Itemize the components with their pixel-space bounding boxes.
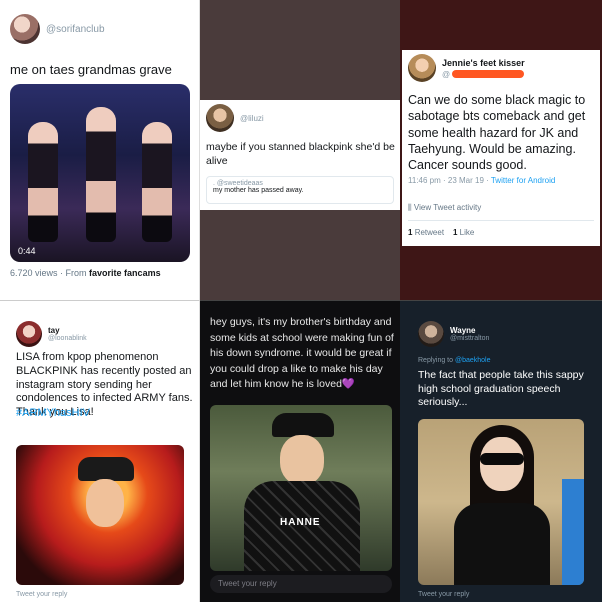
- tweet-meta: 11:46 pm · 23 Mar 19 · Twitter for Andro…: [408, 176, 555, 185]
- user-info: Wayne @misttralton: [450, 326, 489, 342]
- tweet-text: maybe if you stanned blackpink she'd be …: [206, 141, 395, 168]
- tweet-text: The fact that people take this sappy hig…: [418, 369, 584, 409]
- tweet-image[interactable]: [418, 419, 584, 585]
- retweet-count: 1: [408, 228, 413, 237]
- activity-label: View Tweet activity: [413, 203, 482, 212]
- tweet-panel-2: @liluzi maybe if you stanned blackpink s…: [200, 0, 400, 300]
- retweet-label[interactable]: Retweet: [415, 228, 444, 237]
- tweet-text: Can we do some black magic to sabotage b…: [408, 93, 586, 172]
- handle-prefix: @: [442, 69, 451, 79]
- avatar[interactable]: [16, 321, 42, 347]
- display-name[interactable]: Wayne: [450, 326, 489, 335]
- dancer-figure: [86, 107, 116, 242]
- reply-input[interactable]: Tweet your reply: [16, 591, 67, 598]
- dancer-figure: [28, 122, 58, 242]
- tweet-video[interactable]: 0:44: [10, 84, 190, 262]
- tweet-text: me on taes grandmas grave: [10, 62, 172, 77]
- sunglasses-shape: [480, 453, 524, 465]
- tweet-stats: 1 Retweet 1 Like: [408, 228, 474, 237]
- tweet-header: Jennie's feet kisser @: [408, 54, 525, 82]
- cap-shape: [272, 413, 334, 437]
- tweet-text: hey guys, it's my brother's birthday and…: [210, 316, 394, 391]
- hashtag-link[interactable]: #ARMYhasHIV: [16, 407, 90, 419]
- like-count: 1: [452, 228, 458, 237]
- display-name[interactable]: tay: [48, 326, 87, 335]
- tweet-panel-3: Jennie's feet kisser @ Can we do some bl…: [400, 0, 602, 300]
- background-panel: [562, 479, 584, 585]
- dancer-figure: [142, 122, 172, 242]
- activity-bars-icon: ⫼: [408, 203, 412, 212]
- display-name[interactable]: Jennie's feet kisser: [442, 58, 525, 68]
- view-count-text: 6.720 views · From: [10, 268, 87, 278]
- quoted-text: my mother has passed away.: [213, 187, 304, 194]
- face-shape: [280, 435, 324, 485]
- user-info: tay @loonablink: [48, 326, 87, 342]
- view-source-link[interactable]: favorite fancams: [89, 268, 161, 278]
- tweet-image[interactable]: [16, 445, 184, 585]
- redaction-bar: [452, 70, 525, 78]
- tweet-activity-link[interactable]: ⫼ View Tweet activity: [408, 203, 481, 213]
- screenshot-collage: @sorifanclub me on taes grandmas grave 0…: [0, 0, 602, 602]
- replying-to: Replying to @baekhole: [418, 357, 491, 364]
- avatar[interactable]: [206, 104, 234, 132]
- avatar[interactable]: [418, 321, 444, 347]
- tweet-image[interactable]: HANNE: [210, 405, 392, 571]
- replying-handle-link[interactable]: @baekhole: [455, 357, 491, 364]
- like-label[interactable]: Like: [460, 228, 475, 237]
- user-handle[interactable]: @misttralton: [450, 335, 489, 342]
- face-shape: [86, 479, 124, 527]
- tweet-panel-4: tay @loonablink LISA from kpop phenomeno…: [0, 300, 200, 602]
- tweet-panel-6: Wayne @misttralton Replying to @baekhole…: [400, 300, 602, 602]
- video-duration: 0:44: [18, 246, 36, 256]
- tweet-header: @liluzi: [206, 104, 264, 132]
- tweet-panel-1: @sorifanclub me on taes grandmas grave 0…: [0, 0, 200, 300]
- user-handle[interactable]: @sorifanclub: [46, 24, 105, 35]
- timestamp: 11:46 pm · 23 Mar 19 ·: [408, 176, 489, 185]
- hat-shape: [78, 457, 134, 481]
- tweet-header: Wayne @misttralton: [418, 321, 489, 347]
- client-link[interactable]: Twitter for Android: [491, 176, 555, 185]
- avatar[interactable]: [10, 14, 40, 44]
- body-shape: [454, 503, 550, 585]
- quoted-tweet[interactable]: . @sweetideaas my mother has passed away…: [206, 176, 394, 204]
- view-count: 6.720 views · From favorite fancams: [10, 268, 161, 278]
- replying-label: Replying to: [418, 357, 454, 364]
- tweet-header: tay @loonablink: [16, 321, 87, 347]
- reply-input[interactable]: Tweet your reply: [210, 575, 392, 593]
- avatar[interactable]: [408, 54, 436, 82]
- reply-input[interactable]: Tweet your reply: [418, 591, 469, 598]
- user-handle[interactable]: @loonablink: [48, 335, 87, 342]
- user-handle[interactable]: @liluzi: [240, 114, 264, 123]
- user-handle: @: [442, 70, 525, 79]
- jacket-text: HANNE: [280, 517, 321, 528]
- quoted-handle: . @sweetideaas: [213, 180, 263, 187]
- tweet-panel-5: hey guys, it's my brother's birthday and…: [200, 300, 400, 602]
- divider: [408, 220, 594, 221]
- user-info: Jennie's feet kisser @: [442, 58, 525, 79]
- tweet-header: @sorifanclub: [10, 14, 105, 44]
